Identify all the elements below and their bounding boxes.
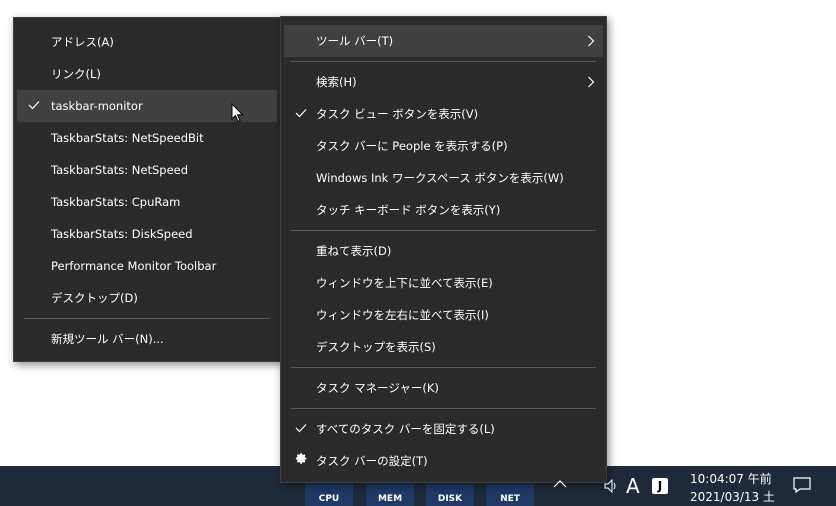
speaker-icon[interactable]	[603, 478, 619, 497]
check-icon	[26, 90, 42, 122]
notification-icon[interactable]	[792, 476, 812, 497]
net-monitor-label: NET	[500, 494, 520, 504]
submenu-item-label: TaskbarStats: DiskSpeed	[51, 227, 193, 241]
submenu-item-desktop[interactable]: デスクトップ(D)	[17, 282, 277, 314]
menu-item-cascade[interactable]: 重ねて表示(D)	[284, 235, 603, 267]
submenu-item-cpuram[interactable]: TaskbarStats: CpuRam	[17, 186, 277, 218]
menu-item-label: タスク バーに People を表示する(P)	[316, 139, 508, 153]
submenu-item-label: 新規ツール バー(N)...	[51, 332, 164, 346]
disk-monitor-label: DISK	[437, 494, 463, 504]
submenu-item-diskspeed[interactable]: TaskbarStats: DiskSpeed	[17, 218, 277, 250]
check-icon	[293, 98, 309, 130]
menu-item-people[interactable]: タスク バーに People を表示する(P)	[284, 130, 603, 162]
submenu-item-netspeedbit[interactable]: TaskbarStats: NetSpeedBit	[17, 122, 277, 154]
submenu-item-label: Performance Monitor Toolbar	[51, 259, 217, 273]
gear-icon	[293, 445, 309, 477]
submenu-item-performance-monitor[interactable]: Performance Monitor Toolbar	[17, 250, 277, 282]
taskbar-context-menu: ツール バー(T) 検索(H) タスク ビュー ボタンを表示(V) タスク バー…	[280, 16, 607, 483]
submenu-item-label: TaskbarStats: NetSpeed	[51, 163, 189, 177]
submenu-item-address[interactable]: アドレス(A)	[17, 26, 277, 58]
submenu-item-label: デスクトップ(D)	[51, 291, 138, 305]
menu-item-lock-taskbar[interactable]: すべてのタスク バーを固定する(L)	[284, 413, 603, 445]
menu-item-stack[interactable]: ウィンドウを上下に並べて表示(E)	[284, 267, 603, 299]
submenu-item-label: アドレス(A)	[51, 35, 114, 49]
menu-item-label: Windows Ink ワークスペース ボタンを表示(W)	[316, 171, 564, 185]
clock-time[interactable]: 10:04:07 午前	[690, 470, 772, 487]
menu-separator	[291, 61, 596, 62]
submenu-item-links[interactable]: リンク(L)	[17, 58, 277, 90]
menu-item-label: すべてのタスク バーを固定する(L)	[316, 422, 495, 436]
menu-item-label: タスク ビュー ボタンを表示(V)	[316, 107, 479, 121]
ime-mode-indicator[interactable]: A	[626, 474, 640, 498]
toolbars-submenu: アドレス(A) リンク(L) taskbar-monitor TaskbarSt…	[13, 17, 281, 362]
menu-item-show-desktop[interactable]: デスクトップを表示(S)	[284, 331, 603, 363]
clock-date[interactable]: 2021/03/13 土	[690, 488, 775, 505]
menu-item-label: タスク バーの設定(T)	[316, 454, 428, 468]
ime-icon[interactable]: J	[652, 478, 668, 494]
menu-item-label: 重ねて表示(D)	[316, 244, 392, 258]
menu-item-taskbar-settings[interactable]: タスク バーの設定(T)	[284, 445, 603, 477]
menu-item-task-manager[interactable]: タスク マネージャー(K)	[284, 372, 603, 404]
submenu-item-new-toolbar[interactable]: 新規ツール バー(N)...	[17, 323, 277, 355]
chevron-up-icon[interactable]	[553, 478, 567, 492]
submenu-item-label: リンク(L)	[51, 67, 101, 81]
cpu-monitor-label: CPU	[318, 494, 340, 504]
menu-separator	[24, 318, 270, 319]
menu-separator	[291, 408, 596, 409]
chevron-right-icon	[585, 25, 597, 57]
menu-item-label: ツール バー(T)	[316, 34, 394, 48]
menu-item-side-by-side[interactable]: ウィンドウを左右に並べて表示(I)	[284, 299, 603, 331]
menu-separator	[291, 230, 596, 231]
submenu-item-label: TaskbarStats: CpuRam	[51, 195, 181, 209]
menu-item-search[interactable]: 検索(H)	[284, 66, 603, 98]
chevron-right-icon	[585, 66, 597, 98]
mouse-cursor-icon	[231, 102, 244, 126]
check-icon	[293, 413, 309, 445]
mem-monitor-label: MEM	[377, 494, 403, 504]
menu-item-label: タッチ キーボード ボタンを表示(Y)	[316, 203, 501, 217]
submenu-item-label: TaskbarStats: NetSpeedBit	[51, 131, 204, 145]
menu-item-label: デスクトップを表示(S)	[316, 340, 436, 354]
menu-item-toolbars[interactable]: ツール バー(T)	[284, 25, 603, 57]
menu-item-touch-keyboard[interactable]: タッチ キーボード ボタンを表示(Y)	[284, 194, 603, 226]
menu-separator	[291, 367, 596, 368]
menu-item-task-view[interactable]: タスク ビュー ボタンを表示(V)	[284, 98, 603, 130]
menu-item-windows-ink[interactable]: Windows Ink ワークスペース ボタンを表示(W)	[284, 162, 603, 194]
menu-item-label: タスク マネージャー(K)	[316, 381, 439, 395]
submenu-item-label: taskbar-monitor	[51, 99, 143, 113]
menu-item-label: ウィンドウを左右に並べて表示(I)	[316, 308, 489, 322]
menu-item-label: 検索(H)	[316, 75, 357, 89]
submenu-item-netspeed[interactable]: TaskbarStats: NetSpeed	[17, 154, 277, 186]
menu-item-label: ウィンドウを上下に並べて表示(E)	[316, 276, 493, 290]
